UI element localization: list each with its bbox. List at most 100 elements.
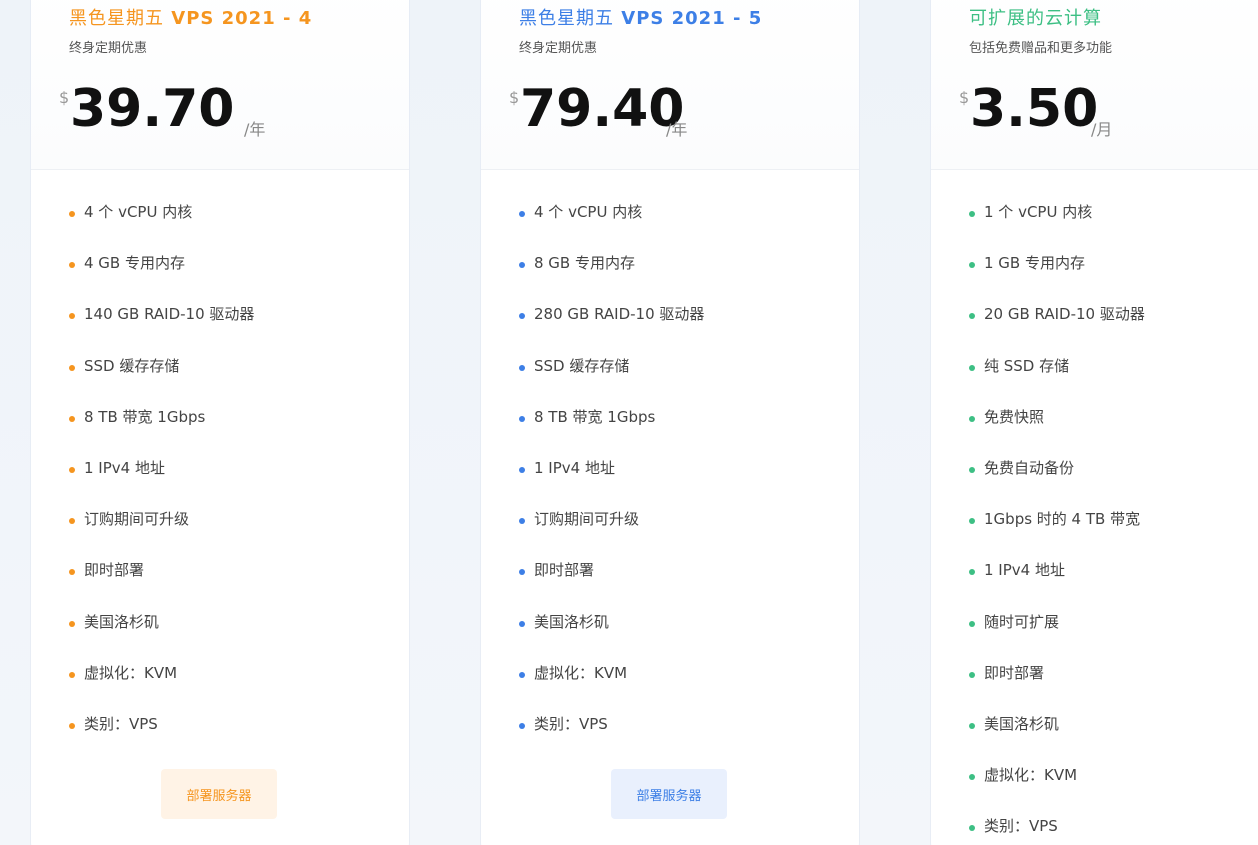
bullet-dot-icon	[969, 620, 975, 627]
plan-header: 黑色星期五 VPS 2021 - 4 终身定期优惠 $ 39.70 /年	[31, 0, 409, 170]
plan-subtitle: 终身定期优惠	[519, 41, 598, 56]
feature-list: 4 个 vCPU 内核 4 GB 专用内存 140 GB RAID-10 驱动器…	[31, 202, 409, 765]
plan-title: 黑色星期五 VPS 2021 - 5	[519, 8, 859, 30]
feature-item: 8 TB 带宽 1Gbps	[519, 407, 859, 458]
feature-item: 1 个 vCPU 内核	[969, 202, 1258, 253]
plan-title-en: VPS 2021 - 5	[621, 8, 763, 29]
feature-item: 即时部署	[519, 560, 859, 611]
feature-item: 免费自动备份	[969, 458, 1258, 509]
bullet-dot-icon	[969, 211, 975, 217]
currency-symbol: $	[59, 88, 70, 107]
plan-header: 可扩展的云计算 包括免费赠品和更多功能 $ 3.50 /月	[931, 0, 1258, 170]
plan-card-vps-2021-4: 黑色星期五 VPS 2021 - 4 终身定期优惠 $ 39.70 /年 4 个…	[31, 0, 409, 845]
plan-title-cn: 黑色星期五	[519, 8, 614, 29]
bullet-dot-icon	[519, 466, 525, 473]
plan-title-cn: 黑色星期五	[69, 8, 164, 29]
bullet-dot-icon	[969, 671, 975, 678]
feature-item: 类别：VPS	[69, 714, 409, 765]
feature-item: 4 GB 专用内存	[69, 253, 409, 304]
price-amount: 79.40	[520, 79, 685, 139]
bullet-dot-icon	[969, 825, 975, 832]
plan-card-vps-2021-5: 黑色星期五 VPS 2021 - 5 终身定期优惠 $ 79.40 /年 4 个…	[481, 0, 859, 845]
bullet-dot-icon	[69, 518, 75, 525]
plan-subtitle: 终身定期优惠	[69, 41, 148, 56]
feature-item: SSD 缓存存储	[519, 356, 859, 407]
bullet-dot-icon	[969, 518, 975, 525]
feature-item: 1 IPv4 地址	[519, 458, 859, 509]
plan-title: 黑色星期五 VPS 2021 - 4	[69, 8, 409, 30]
deploy-server-button[interactable]: 部署服务器	[611, 769, 727, 819]
bullet-dot-icon	[969, 466, 975, 473]
bullet-dot-icon	[969, 722, 975, 729]
feature-item: 1 GB 专用内存	[969, 253, 1258, 304]
feature-item: 20 GB RAID-10 驱动器	[969, 304, 1258, 355]
bullet-dot-icon	[519, 364, 525, 371]
bullet-dot-icon	[69, 415, 75, 422]
feature-item: 280 GB RAID-10 驱动器	[519, 304, 859, 355]
bullet-dot-icon	[519, 415, 525, 422]
pricing-section: 黑色星期五 VPS 2021 - 4 终身定期优惠 $ 39.70 /年 4 个…	[0, 0, 1258, 845]
bullet-dot-icon	[519, 722, 525, 729]
price-period: /年	[666, 120, 688, 139]
bullet-dot-icon	[969, 774, 975, 781]
price-amount: 39.70	[70, 79, 235, 139]
feature-item: 类别：VPS	[969, 816, 1258, 845]
price-amount: 3.50	[970, 79, 1099, 139]
feature-item: 虚拟化：KVM	[69, 663, 409, 714]
feature-item: 虚拟化：KVM	[969, 765, 1258, 816]
bullet-dot-icon	[519, 262, 525, 269]
bullet-dot-icon	[969, 262, 975, 269]
feature-item: 虚拟化：KVM	[519, 663, 859, 714]
price-period: /月	[1091, 120, 1113, 139]
bullet-dot-icon	[519, 313, 525, 320]
feature-item: 美国洛杉矶	[69, 612, 409, 663]
feature-item: 美国洛杉矶	[519, 612, 859, 663]
plan-subtitle: 包括免费赠品和更多功能	[969, 41, 1113, 56]
bullet-dot-icon	[69, 671, 75, 678]
currency-symbol: $	[509, 88, 520, 107]
feature-item: SSD 缓存存储	[69, 356, 409, 407]
bullet-dot-icon	[69, 211, 75, 217]
bullet-dot-icon	[969, 415, 975, 422]
bullet-dot-icon	[969, 569, 975, 576]
feature-item: 4 个 vCPU 内核	[519, 202, 859, 253]
plan-card-scalable-cloud: 可扩展的云计算 包括免费赠品和更多功能 $ 3.50 /月 1 个 vCPU 内…	[931, 0, 1258, 845]
bullet-dot-icon	[69, 313, 75, 320]
currency-symbol: $	[959, 88, 970, 107]
feature-item: 订购期间可升级	[69, 509, 409, 560]
deploy-server-button[interactable]: 部署服务器	[161, 769, 277, 819]
bullet-dot-icon	[69, 262, 75, 269]
feature-list: 1 个 vCPU 内核 1 GB 专用内存 20 GB RAID-10 驱动器 …	[931, 202, 1258, 845]
feature-item: 美国洛杉矶	[969, 714, 1258, 765]
feature-item: 1Gbps 时的 4 TB 带宽	[969, 509, 1258, 560]
bullet-dot-icon	[519, 620, 525, 627]
bullet-dot-icon	[69, 569, 75, 576]
bullet-dot-icon	[69, 364, 75, 371]
feature-item: 8 TB 带宽 1Gbps	[69, 407, 409, 458]
bullet-dot-icon	[969, 364, 975, 371]
feature-list: 4 个 vCPU 内核 8 GB 专用内存 280 GB RAID-10 驱动器…	[481, 202, 859, 765]
feature-item: 8 GB 专用内存	[519, 253, 859, 304]
feature-item: 类别：VPS	[519, 714, 859, 765]
feature-item: 4 个 vCPU 内核	[69, 202, 409, 253]
plan-title: 可扩展的云计算	[969, 8, 1258, 30]
price-period: /年	[244, 120, 266, 139]
feature-item: 即时部署	[969, 663, 1258, 714]
feature-item: 随时可扩展	[969, 612, 1258, 663]
feature-item: 1 IPv4 地址	[969, 560, 1258, 611]
plan-title-en: VPS 2021 - 4	[171, 8, 313, 29]
bullet-dot-icon	[969, 313, 975, 320]
bullet-dot-icon	[519, 211, 525, 217]
bullet-dot-icon	[519, 569, 525, 576]
feature-item: 1 IPv4 地址	[69, 458, 409, 509]
bullet-dot-icon	[69, 620, 75, 627]
feature-item: 140 GB RAID-10 驱动器	[69, 304, 409, 355]
bullet-dot-icon	[519, 671, 525, 678]
feature-item: 纯 SSD 存储	[969, 356, 1258, 407]
bullet-dot-icon	[69, 466, 75, 473]
feature-item: 即时部署	[69, 560, 409, 611]
bullet-dot-icon	[519, 518, 525, 525]
bullet-dot-icon	[69, 722, 75, 729]
feature-item: 订购期间可升级	[519, 509, 859, 560]
plan-header: 黑色星期五 VPS 2021 - 5 终身定期优惠 $ 79.40 /年	[481, 0, 859, 170]
